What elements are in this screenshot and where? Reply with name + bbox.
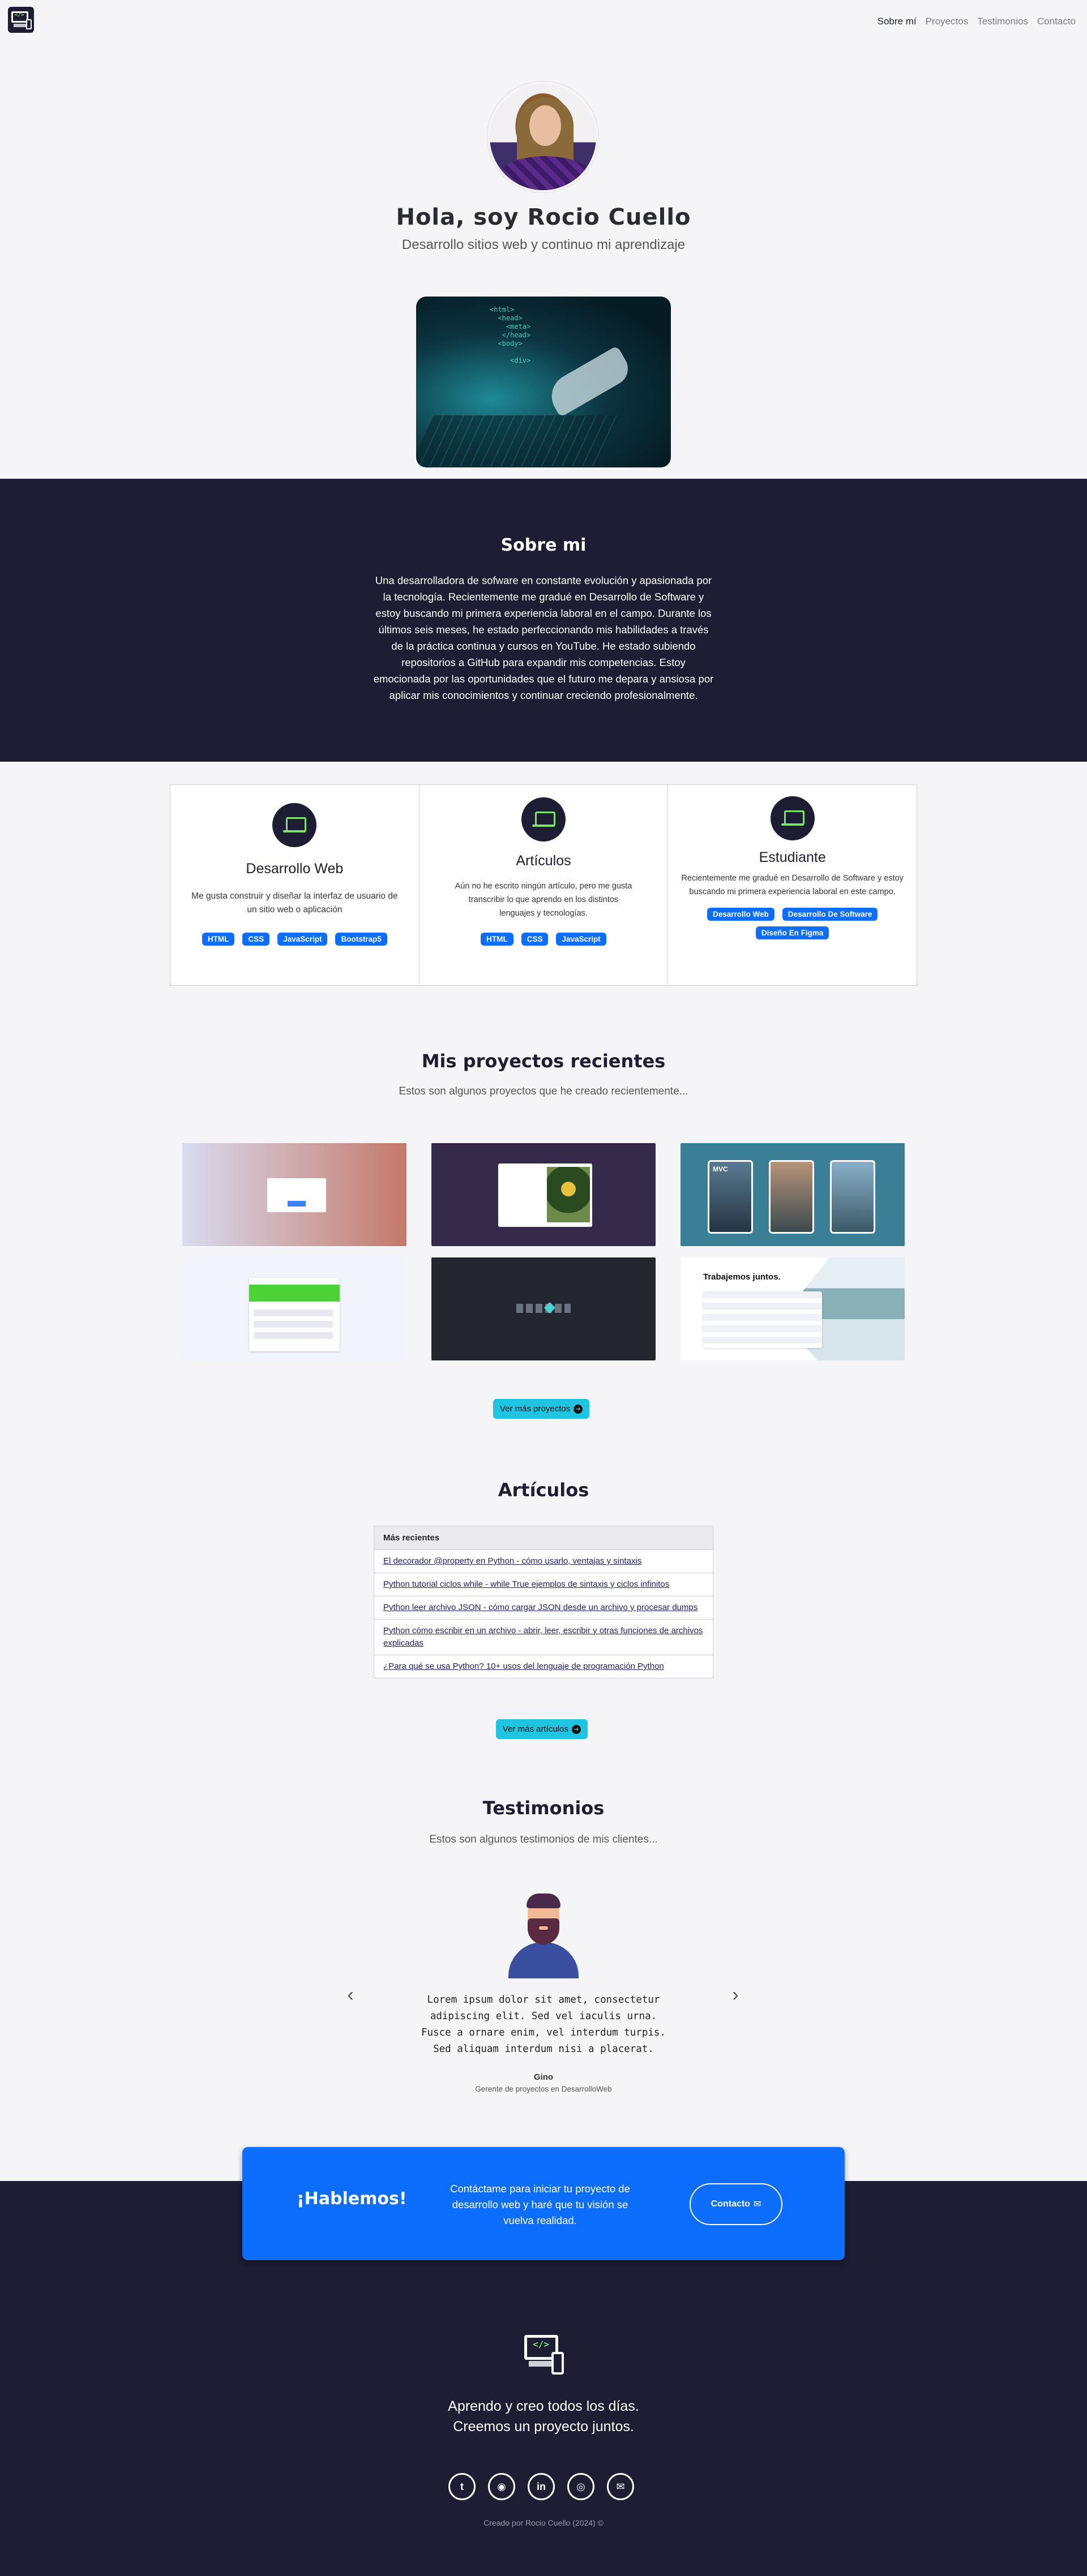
tag: Desarrollo De Software bbox=[782, 908, 878, 921]
arrow-right-icon: ➜ bbox=[571, 1724, 581, 1734]
card-title: Artículos bbox=[516, 853, 571, 869]
project-thumb-calendar[interactable] bbox=[431, 1143, 656, 1246]
about-text: Una desarrolladora de sofware en constan… bbox=[373, 574, 714, 701]
hero-section: Hola, soy Rocio Cuello Desarrollo sitios… bbox=[0, 43, 1087, 479]
skills-cards: Desarrollo Web Me gusta construir y dise… bbox=[170, 784, 917, 986]
more-articles-label: Ver más artículos bbox=[503, 1724, 568, 1734]
hero-title: Hola, soy Rocio Cuello bbox=[396, 204, 691, 230]
tag: CSS bbox=[242, 933, 270, 946]
cta-text: Contáctame para iniciar tu proyecto de d… bbox=[450, 2183, 630, 2226]
projects-section: Mis proyectos recientes Estos son alguno… bbox=[0, 1042, 1087, 1419]
articles-list-header: Más recientes bbox=[374, 1526, 713, 1550]
article-link[interactable]: El decorador @property en Python - cómo … bbox=[374, 1550, 713, 1573]
mvc-label: MVC bbox=[713, 1165, 728, 1173]
nav-link-contacto[interactable]: Contacto bbox=[1037, 16, 1076, 27]
contact-button-label: Contacto bbox=[711, 2199, 750, 2209]
hero-code-image: <html> <head> <meta> </head> <body> <div… bbox=[416, 297, 671, 467]
nav-links: Sobre mí Proyectos Testimonios Contacto bbox=[878, 16, 1076, 27]
tag-list: Desarrollo Web Desarrollo De Software Di… bbox=[668, 908, 917, 939]
more-projects-label: Ver más proyectos bbox=[500, 1404, 571, 1414]
trabajemos-label: Trabajemos juntos. bbox=[703, 1272, 781, 1282]
social-links: t ◉ in ◎ ✉ bbox=[448, 2473, 634, 2500]
profile-avatar bbox=[487, 81, 598, 192]
card-articulos: Artículos Aún no he escrito ningún artíc… bbox=[420, 785, 669, 985]
articles-section: Artículos Más recientes El decorador @pr… bbox=[0, 1452, 1087, 1758]
cta-title: ¡Hablemos! bbox=[297, 2189, 407, 2209]
article-link[interactable]: Python tutorial ciclos while - while Tru… bbox=[374, 1573, 713, 1596]
project-thumb-slider[interactable] bbox=[431, 1257, 656, 1360]
footer-tagline: Aprendo y creo todos los días. Creemos u… bbox=[0, 2396, 1087, 2437]
contact-cta: ¡Hablemos! Contáctame para iniciar tu pr… bbox=[242, 2147, 845, 2260]
footer-logo-icon bbox=[521, 2335, 566, 2380]
article-link[interactable]: ¿Para qué se usa Python? 10+ usos del le… bbox=[374, 1655, 713, 1678]
testimonial-quote: Lorem ipsum dolor sit amet, consectetur … bbox=[421, 1994, 666, 2055]
laptop-icon bbox=[770, 796, 815, 840]
twitter-icon[interactable]: t bbox=[448, 2473, 476, 2500]
tag-list: HTML CSS JavaScript bbox=[420, 933, 668, 946]
testimonials-title: Testimonios bbox=[482, 1797, 605, 1819]
about-section: Sobre mi Una desarrolladora de sofware e… bbox=[0, 479, 1087, 762]
next-arrow-icon[interactable]: › bbox=[727, 1985, 744, 2004]
card-text: Me gusta construir y diseñar la interfaz… bbox=[191, 891, 398, 915]
projects-title: Mis proyectos recientes bbox=[421, 1050, 666, 1072]
email-icon[interactable]: ✉ bbox=[607, 2473, 634, 2500]
card-text: Aún no he escrito ningún artículo, pero … bbox=[455, 882, 632, 918]
linkedin-icon[interactable]: in bbox=[528, 2473, 555, 2500]
nav-link-proyectos[interactable]: Proyectos bbox=[926, 16, 969, 27]
nav-link-sobre-mi[interactable]: Sobre mí bbox=[878, 16, 917, 27]
tag-list: HTML CSS JavaScript Bootstrap5 bbox=[170, 933, 419, 946]
project-thumb-login[interactable] bbox=[182, 1143, 406, 1246]
tag: HTML bbox=[481, 933, 513, 946]
more-projects-button[interactable]: Ver más proyectos ➜ bbox=[493, 1399, 590, 1419]
instagram-icon[interactable]: ◎ bbox=[567, 2473, 594, 2500]
testimonials-subtitle: Estos son algunos testimonios de mis cli… bbox=[429, 1834, 658, 1845]
arrow-right-icon: ➜ bbox=[574, 1404, 583, 1414]
nav-link-testimonios[interactable]: Testimonios bbox=[977, 16, 1028, 27]
card-desarrollo-web: Desarrollo Web Me gusta construir y dise… bbox=[170, 785, 420, 985]
tag: Diseño En Figma bbox=[755, 926, 829, 939]
prev-arrow-icon[interactable]: ‹ bbox=[342, 1985, 359, 2004]
footer-line-2: Creemos un proyecto juntos. bbox=[453, 2419, 634, 2435]
articles-list: Más recientes El decorador @property en … bbox=[374, 1526, 713, 1678]
navbar: Sobre mí Proyectos Testimonios Contacto bbox=[0, 0, 1087, 43]
about-title: Sobre mi bbox=[500, 535, 587, 555]
testimonial-role: Gerente de proyectos en DesarrolloWeb bbox=[475, 2085, 612, 2093]
project-thumb-mvc[interactable]: MVC bbox=[681, 1143, 905, 1246]
projects-grid: MVC Trabajemos juntos. bbox=[182, 1143, 905, 1360]
tag: Bootstrap5 bbox=[335, 933, 387, 946]
article-link[interactable]: Python leer archivo JSON - cómo cargar J… bbox=[374, 1596, 713, 1620]
github-icon[interactable]: ◉ bbox=[488, 2473, 515, 2500]
project-thumb-faq[interactable] bbox=[182, 1257, 406, 1360]
project-thumb-form[interactable]: Trabajemos juntos. bbox=[681, 1257, 905, 1360]
tag: JavaScript bbox=[277, 933, 328, 946]
client-avatar bbox=[508, 1894, 579, 1978]
contact-button[interactable]: Contacto ✉ bbox=[690, 2183, 782, 2225]
chat-icon: ✉ bbox=[753, 2200, 761, 2209]
more-articles-button[interactable]: Ver más artículos ➜ bbox=[496, 1719, 588, 1739]
card-text: Recientemente me gradué en Desarrollo de… bbox=[681, 874, 904, 896]
footer-line-1: Aprendo y creo todos los días. bbox=[448, 2398, 639, 2414]
article-link[interactable]: Python cómo escribir en un archivo - abr… bbox=[374, 1620, 713, 1655]
footer-credit: Creado por Rocio Cuello (2024) © bbox=[483, 2518, 604, 2527]
testimonials-section: Testimonios Estos son algunos testimonio… bbox=[0, 1783, 1087, 2133]
tag: Desarrollo Web bbox=[707, 908, 774, 921]
testimonial-name: Gino bbox=[533, 2072, 554, 2082]
articles-title: Artículos bbox=[498, 1479, 589, 1501]
laptop-icon bbox=[521, 797, 566, 842]
tag: HTML bbox=[202, 933, 235, 946]
logo-icon[interactable] bbox=[8, 7, 34, 33]
laptop-icon bbox=[272, 803, 317, 847]
card-title: Desarrollo Web bbox=[246, 861, 344, 877]
projects-subtitle: Estos son algunos proyectos que he cread… bbox=[399, 1085, 688, 1097]
tag: JavaScript bbox=[556, 933, 606, 946]
tag: CSS bbox=[521, 933, 549, 946]
card-title: Estudiante bbox=[759, 849, 826, 865]
card-estudiante: Estudiante Recientemente me gradué en De… bbox=[668, 785, 917, 985]
hero-subtitle: Desarrollo sitios web y continuo mi apre… bbox=[401, 237, 686, 252]
